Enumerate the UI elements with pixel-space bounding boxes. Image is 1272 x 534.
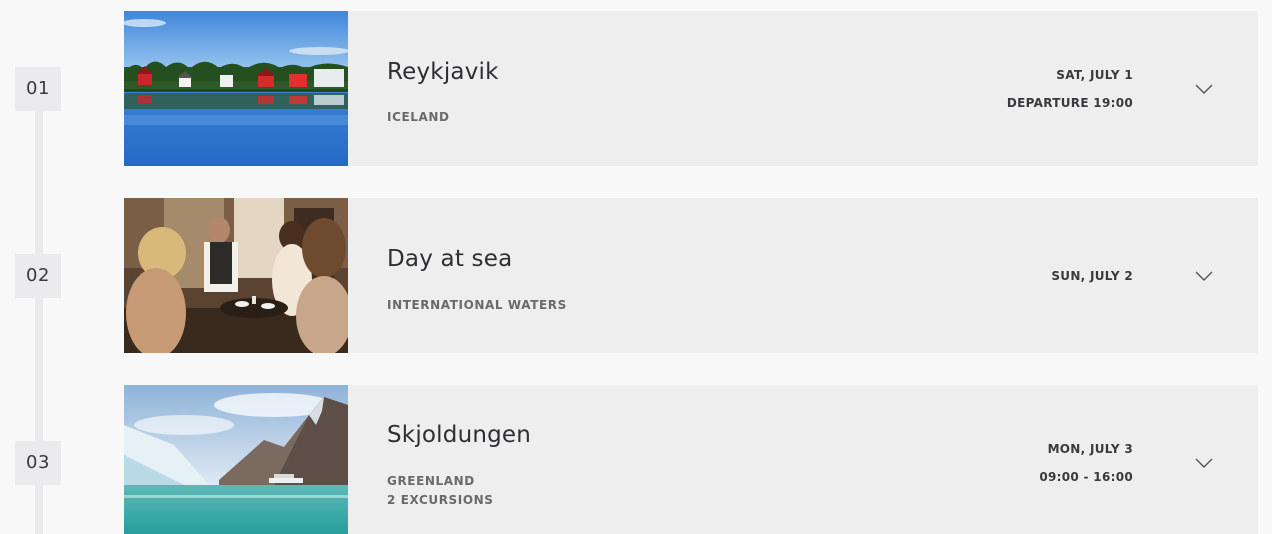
itinerary-row-reykjavik[interactable]: Reykjavik ICELAND SAT, JULY 1 DEPARTURE … xyxy=(124,11,1258,166)
subtitle-line: ICELAND xyxy=(387,110,450,124)
date-line: SAT, JULY 1 xyxy=(1056,68,1133,82)
time-line: 09:00 - 16:00 xyxy=(1039,470,1133,484)
port-name: Skjoldungen xyxy=(387,422,532,448)
port-country: ICELAND xyxy=(387,108,450,127)
day-number-badge: 01 xyxy=(15,67,61,111)
iceberg-fjord-photo xyxy=(124,385,348,534)
subtitle-line: 2 EXCURSIONS xyxy=(387,493,494,507)
itinerary-row-skjoldungen[interactable]: Skjoldungen GREENLAND 2 EXCURSIONS MON, … xyxy=(124,385,1258,534)
chevron-down-icon[interactable] xyxy=(1195,83,1213,95)
lake-village-photo xyxy=(124,11,348,166)
port-name: Day at sea xyxy=(387,246,513,272)
port-name: Reykjavik xyxy=(387,59,499,85)
date-line: MON, JULY 3 xyxy=(1047,442,1133,456)
port-country: INTERNATIONAL WATERS xyxy=(387,296,567,315)
subtitle-line: GREENLAND xyxy=(387,474,475,488)
chevron-down-icon[interactable] xyxy=(1195,270,1213,282)
itinerary-row-day-at-sea[interactable]: Day at sea INTERNATIONAL WATERS SUN, JUL… xyxy=(124,198,1258,353)
time-line: DEPARTURE 19:00 xyxy=(1006,96,1133,110)
date-line: SUN, JULY 2 xyxy=(1051,269,1133,283)
port-dates: MON, JULY 3 09:00 - 16:00 xyxy=(1039,435,1133,491)
itinerary-page: 01 Reykjavik ICELAND SAT, JULY 1 DEPARTU… xyxy=(0,0,1272,534)
day-number-badge: 03 xyxy=(15,441,61,485)
port-subtitle: GREENLAND 2 EXCURSIONS xyxy=(387,472,494,510)
port-dates: SAT, JULY 1 DEPARTURE 19:00 xyxy=(1007,61,1133,117)
day-number-badge: 02 xyxy=(15,254,61,298)
lounge-people-photo xyxy=(124,198,348,353)
port-dates: SUN, JULY 2 xyxy=(1051,262,1133,290)
chevron-down-icon[interactable] xyxy=(1195,457,1213,469)
subtitle-line: INTERNATIONAL WATERS xyxy=(387,298,567,312)
